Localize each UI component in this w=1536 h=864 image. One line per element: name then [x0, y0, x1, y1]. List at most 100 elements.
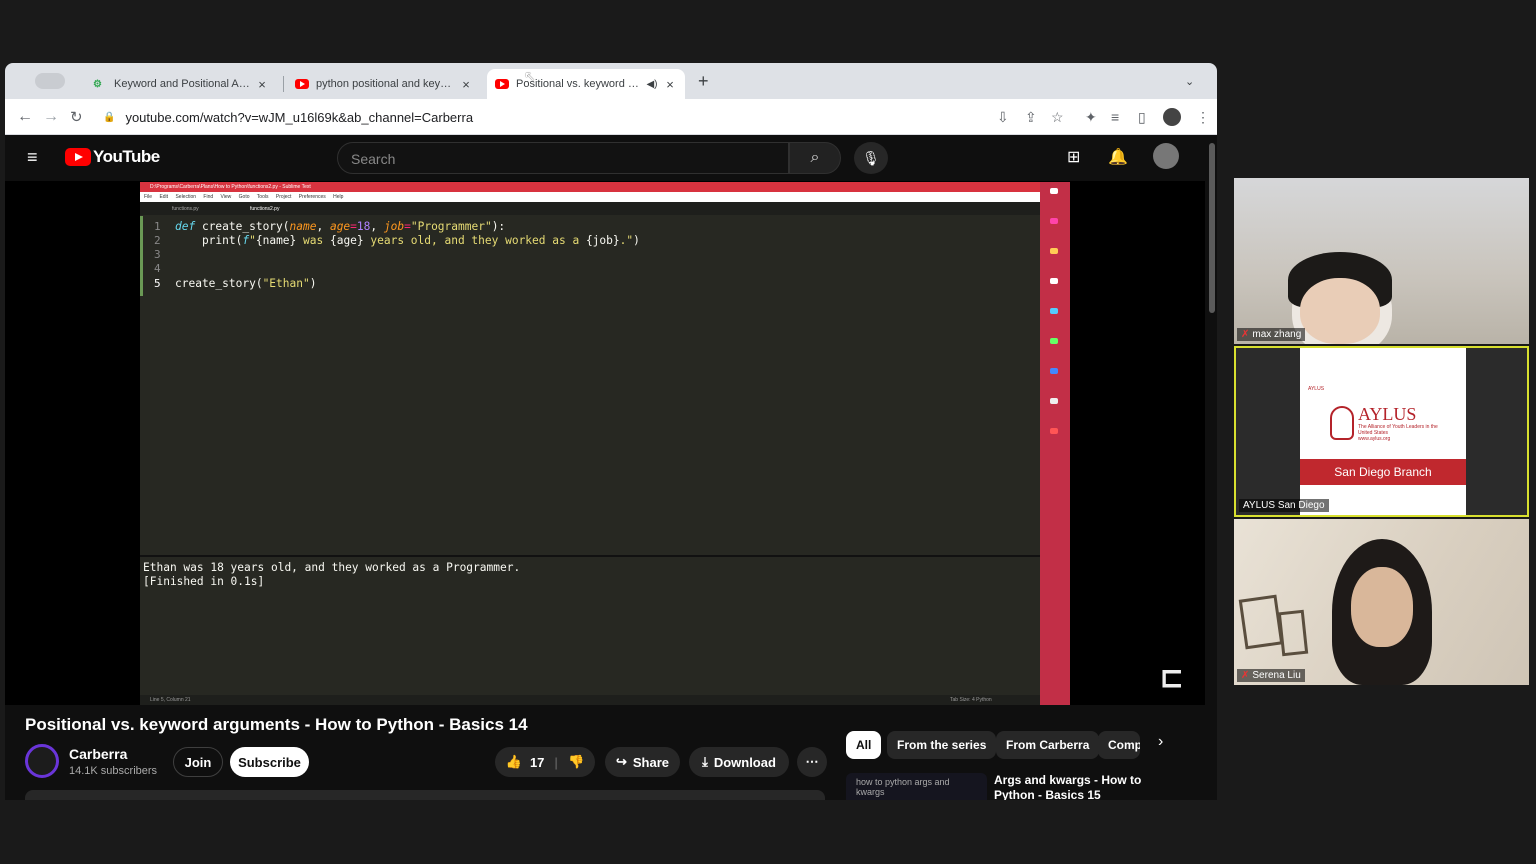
gear-icon: ⚙ — [93, 78, 102, 90]
menu-icon[interactable]: ⋮ — [1196, 109, 1210, 126]
thumbs-up-icon[interactable]: 👍 — [506, 754, 522, 770]
cursor-icon: ↖ — [524, 68, 536, 84]
like-dislike-group: 👍 17 | 👎 — [495, 747, 595, 777]
line-number: 5 — [154, 277, 161, 290]
editor-title: D:\Programs\Carberra\Plans\How to Python… — [140, 182, 1070, 192]
slide-brand-small: AYLUS — [1308, 386, 1325, 392]
more-icon[interactable]: ⋯ — [797, 747, 827, 777]
lightbulb-icon — [1330, 406, 1354, 440]
speaker-icon[interactable]: ◀) — [645, 79, 659, 90]
download-label: Download — [713, 754, 776, 770]
share-label: Share — [632, 754, 670, 770]
youtube-header: ≡ YouTube Search ⌕ 🎙 ⊞ 🔔 — [5, 135, 1217, 181]
tab-search-icon[interactable] — [35, 73, 65, 89]
join-button[interactable]: Join — [173, 747, 223, 777]
side-panel-icon[interactable]: ▯ — [1138, 109, 1146, 126]
back-icon[interactable]: ← — [17, 108, 33, 126]
video-title: Positional vs. keyword arguments - How t… — [25, 715, 528, 734]
chip-from-series[interactable]: From the series — [887, 731, 997, 759]
create-icon[interactable]: ⊞ — [1067, 147, 1080, 167]
download-button[interactable]: ⤓ Download — [689, 747, 789, 777]
chip-from-carberra[interactable]: From Carberra — [996, 731, 1100, 759]
code-line-1: def create_story(name, age=18, job="Prog… — [175, 220, 506, 233]
thumbs-down-icon[interactable]: 👎 — [568, 754, 584, 770]
chevron-down-icon[interactable]: ⌄ — [1185, 75, 1194, 88]
scrollbar-thumb[interactable] — [1209, 143, 1215, 313]
forward-icon[interactable]: → — [43, 108, 59, 126]
line-number: 4 — [154, 262, 161, 275]
close-icon[interactable]: × — [459, 77, 473, 92]
related-video-title[interactable]: Args and kwargs - How to Python - Basics… — [994, 773, 1144, 800]
profile-avatar[interactable] — [1163, 108, 1181, 126]
install-icon[interactable]: ⇩ — [997, 109, 1009, 126]
participant-name: ✗ Serena Liu — [1237, 669, 1305, 682]
browser-window: ⚙ Keyword and Positional Argum × python … — [5, 63, 1217, 800]
youtube-logo[interactable]: YouTube — [65, 147, 160, 167]
youtube-icon — [495, 79, 509, 89]
youtube-page: ≡ YouTube Search ⌕ 🎙 ⊞ 🔔 D:\Programs\Car… — [5, 135, 1217, 800]
microphone-icon[interactable]: 🎙 — [854, 142, 888, 174]
new-tab-button[interactable]: + — [698, 71, 709, 92]
line-number: 1 — [154, 220, 161, 233]
share-button[interactable]: ↪ Share — [605, 747, 680, 777]
build-output-panel: Ethan was 18 years old, and they worked … — [140, 555, 1040, 695]
tab-positional-vs-keyword[interactable]: Positional vs. keyword arg ◀) × — [487, 69, 685, 99]
channel-avatar[interactable] — [25, 744, 59, 778]
tab-title: Keyword and Positional Argum — [114, 78, 251, 90]
slide-brand: AYLUS — [1358, 404, 1417, 424]
search-icon[interactable]: ⌕ — [789, 142, 841, 174]
description-box[interactable] — [25, 790, 825, 800]
participant-face — [1300, 278, 1380, 344]
mic-off-icon: ✗ — [1241, 329, 1250, 340]
like-count[interactable]: 17 — [530, 755, 544, 770]
video-player[interactable]: D:\Programs\Carberra\Plans\How to Python… — [5, 181, 1205, 705]
extensions-icon[interactable]: ✦ — [1085, 109, 1097, 126]
mic-off-icon: ✗ — [1241, 670, 1250, 681]
line-number: 3 — [154, 248, 161, 261]
chip-all[interactable]: All — [846, 731, 882, 759]
name-text: AYLUS San Diego — [1243, 500, 1325, 511]
reading-list-icon[interactable]: ≡ — [1111, 109, 1119, 125]
youtube-icon — [295, 79, 309, 89]
editor-status-bar: Line 5, Column 21 Tab Size: 4 Python — [140, 695, 1040, 705]
share-icon[interactable]: ⇪ — [1025, 109, 1037, 126]
avatar[interactable] — [1153, 143, 1179, 169]
output-line: Ethan was 18 years old, and they worked … — [143, 561, 521, 574]
close-icon[interactable]: × — [663, 77, 677, 92]
subscribe-button[interactable]: Subscribe — [230, 747, 309, 777]
lock-icon: 🔒 — [103, 111, 116, 123]
output-line: [Finished in 0.1s] — [143, 575, 265, 588]
address-bar: ← → ↻ 🔒 youtube.com/watch?v=wJM_u16l69k&… — [5, 99, 1217, 135]
tab-keyword-positional[interactable]: ⚙ Keyword and Positional Argum × — [85, 69, 277, 99]
reload-icon[interactable]: ↻ — [70, 108, 83, 126]
editor-menu: File Edit Selection Find View Goto Tools… — [140, 192, 1040, 202]
chip-comp[interactable]: Comp — [1098, 731, 1140, 759]
search-input[interactable]: Search — [337, 142, 789, 174]
hamburger-icon[interactable]: ≡ — [27, 147, 38, 168]
name-text: Serena Liu — [1252, 670, 1301, 681]
participant-face — [1351, 567, 1413, 647]
sublime-editor-frame: D:\Programs\Carberra\Plans\How to Python… — [140, 182, 1070, 705]
share-icon: ↪ — [615, 754, 627, 769]
participant-tile[interactable]: ✗ max zhang — [1234, 178, 1529, 344]
slide-branch-band: San Diego Branch — [1300, 459, 1466, 485]
tab-python-positional[interactable]: python positional and keywor × — [287, 69, 481, 99]
participant-name: AYLUS San Diego — [1239, 499, 1329, 512]
tab-title: python positional and keywor — [316, 78, 455, 90]
related-thumbnail[interactable]: how to python args and kwargs — [846, 773, 987, 800]
participant-tile-active[interactable]: AYLUS AYLUS The Alliance of Youth Leader… — [1234, 346, 1529, 517]
tab-strip: ⚙ Keyword and Positional Argum × python … — [5, 63, 1217, 99]
editor-tab: functions2.py — [250, 206, 280, 212]
wall-frame — [1238, 594, 1284, 650]
thumbnail-text: how to python args and kwargs — [856, 777, 950, 797]
close-icon[interactable]: × — [255, 77, 269, 92]
channel-name[interactable]: Carberra — [69, 746, 127, 762]
status-left: Line 5, Column 21 — [150, 697, 191, 703]
youtube-icon — [65, 148, 91, 166]
url-field[interactable]: 🔒 youtube.com/watch?v=wJM_u16l69k&ab_cha… — [97, 104, 1097, 130]
bell-icon[interactable]: 🔔 — [1108, 147, 1128, 167]
participant-tile[interactable]: ✗ Serena Liu — [1234, 519, 1529, 685]
chevron-right-icon[interactable]: › — [1158, 733, 1163, 751]
star-icon[interactable]: ☆ — [1051, 109, 1064, 126]
subscriber-count: 14.1K subscribers — [69, 765, 158, 777]
